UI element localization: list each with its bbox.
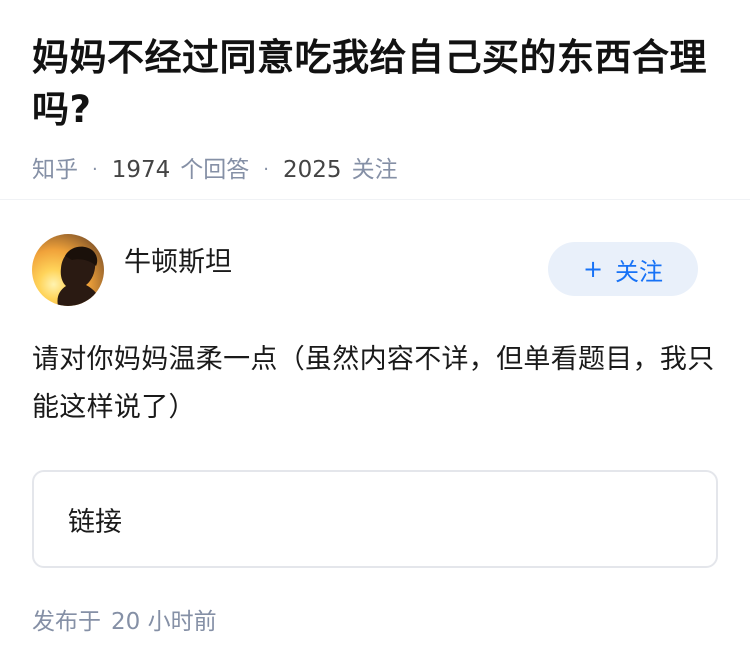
follower-label[interactable]: 关注 [352,154,398,186]
question-title[interactable]: 妈妈不经过同意吃我给自己买的东西合理吗? [32,32,718,136]
publish-prefix: 发布于 [32,609,101,635]
meta-separator: · [92,159,98,180]
publish-time-value: 20 小时前 [111,609,217,635]
follow-button[interactable]: + 关注 [548,242,698,296]
follower-count: 2025 [283,157,342,183]
meta-separator: · [263,159,270,180]
publish-time: 发布于 20 小时前 [32,606,718,638]
question-meta: 知乎 · 1974 个回答 · 2025 关注 [32,154,718,186]
answer-item: 牛顿斯坦 + 关注 请对你妈妈温柔一点（虽然内容不详，但单看题目，我只能这样说了… [0,200,750,638]
answer-count-label[interactable]: 个回答 [180,154,249,186]
source-label[interactable]: 知乎 [32,154,78,186]
answer-page: 妈妈不经过同意吃我给自己买的东西合理吗? 知乎 · 1974 个回答 · 202… [0,0,750,666]
author-avatar[interactable] [32,234,104,306]
link-card-label: 链接 [68,506,122,538]
plus-icon: + [582,255,604,283]
follow-button-label: 关注 [615,257,664,286]
link-card[interactable]: 链接 [32,470,718,568]
answer-content: 请对你妈妈温柔一点（虽然内容不详，但单看题目，我只能这样说了） [32,344,715,423]
answer-count: 1974 [111,157,171,183]
author-name[interactable]: 牛顿斯坦 [124,245,232,281]
author-row: 牛顿斯坦 + 关注 [32,234,718,306]
question-header: 妈妈不经过同意吃我给自己买的东西合理吗? 知乎 · 1974 个回答 · 202… [0,0,750,200]
person-silhouette-sunset-avatar [32,234,104,306]
